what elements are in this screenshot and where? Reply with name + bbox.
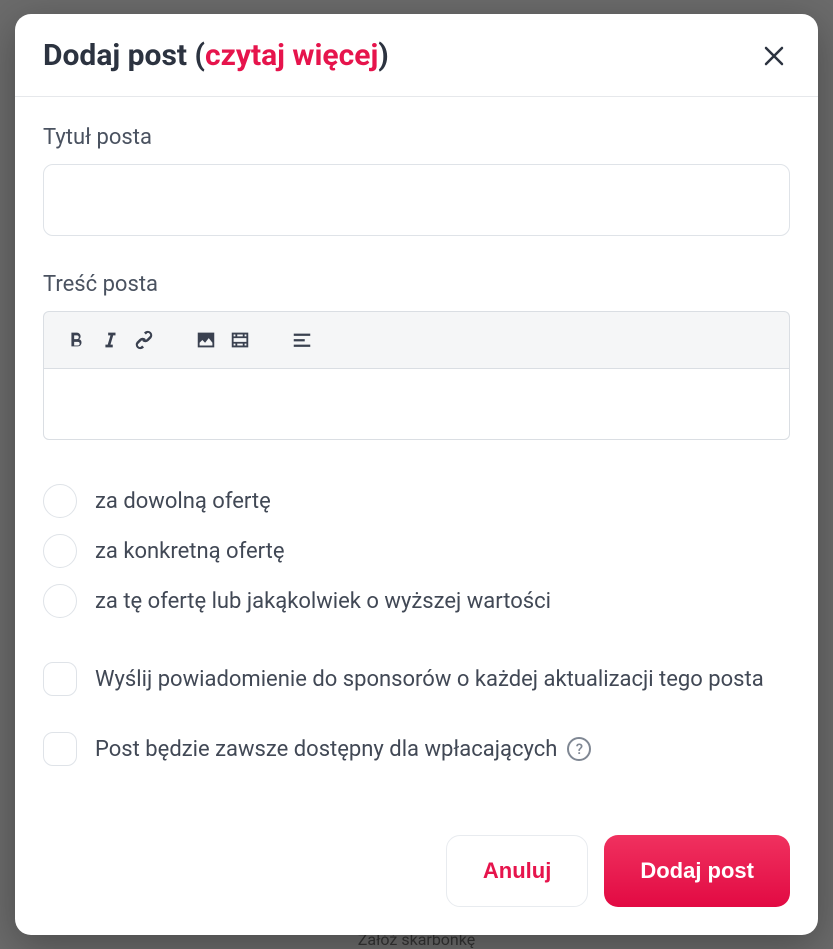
radio-row-specific-offer: za konkretną ofertę xyxy=(43,534,790,568)
radio-label-any-offer[interactable]: za dowolną ofertę xyxy=(95,489,271,514)
align-button[interactable] xyxy=(288,326,316,354)
cancel-button[interactable]: Anuluj xyxy=(446,835,588,907)
editor-toolbar xyxy=(43,311,790,368)
radio-this-or-higher[interactable] xyxy=(43,584,77,618)
checkbox-text-always-available: Post będzie zawsze dostępny dla wpłacają… xyxy=(95,737,557,762)
link-icon xyxy=(133,329,155,351)
checkbox-row-always-available: Post będzie zawsze dostępny dla wpłacają… xyxy=(43,732,790,766)
checkbox-group: Wyślij powiadomienie do sponsorów o każd… xyxy=(43,662,790,766)
italic-icon xyxy=(99,329,121,351)
close-icon xyxy=(762,44,786,68)
modal-header: Dodaj post (czytaj więcej) xyxy=(15,14,818,97)
modal-body: Tytuł posta Treść posta xyxy=(15,97,818,811)
add-post-modal: Dodaj post (czytaj więcej) Tytuł posta T… xyxy=(15,14,818,935)
help-icon[interactable]: ? xyxy=(567,737,591,761)
bold-icon xyxy=(65,329,87,351)
checkbox-row-notify: Wyślij powiadomienie do sponsorów o każd… xyxy=(43,662,790,696)
checkbox-text-notify: Wyślij powiadomienie do sponsorów o każd… xyxy=(95,667,764,692)
radio-any-offer[interactable] xyxy=(43,484,77,518)
bold-button[interactable] xyxy=(62,326,90,354)
radio-specific-offer[interactable] xyxy=(43,534,77,568)
close-button[interactable] xyxy=(758,40,790,72)
title-prefix: Dodaj post xyxy=(43,38,194,73)
modal-title: Dodaj post (czytaj więcej) xyxy=(43,38,389,74)
checkbox-always-available[interactable] xyxy=(43,732,77,766)
image-button[interactable] xyxy=(192,326,220,354)
checkbox-label-always-available[interactable]: Post będzie zawsze dostępny dla wpłacają… xyxy=(95,737,591,762)
submit-button[interactable]: Dodaj post xyxy=(604,835,790,907)
image-icon xyxy=(195,329,217,351)
title-field-label: Tytuł posta xyxy=(43,125,790,150)
radio-label-this-or-higher[interactable]: za tę ofertę lub jakąkolwiek o wyższej w… xyxy=(95,589,551,614)
title-paren-close: ) xyxy=(378,38,389,73)
checkbox-notify-sponsors[interactable] xyxy=(43,662,77,696)
align-icon xyxy=(291,329,313,351)
radio-label-specific-offer[interactable]: za konkretną ofertę xyxy=(95,539,284,564)
post-content-editor[interactable] xyxy=(43,368,790,440)
radio-row-any-offer: za dowolną ofertę xyxy=(43,484,790,518)
link-button[interactable] xyxy=(130,326,158,354)
content-field-label: Treść posta xyxy=(43,272,790,297)
post-title-input[interactable] xyxy=(43,164,790,236)
checkbox-label-notify[interactable]: Wyślij powiadomienie do sponsorów o każd… xyxy=(95,667,764,692)
video-button[interactable] xyxy=(226,326,254,354)
radio-row-this-or-higher: za tę ofertę lub jakąkolwiek o wyższej w… xyxy=(43,584,790,618)
modal-footer: Anuluj Dodaj post xyxy=(15,811,818,935)
title-paren-open: ( xyxy=(194,38,205,73)
video-icon xyxy=(229,329,251,351)
italic-button[interactable] xyxy=(96,326,124,354)
read-more-link[interactable]: czytaj więcej xyxy=(205,38,378,73)
offer-radio-group: za dowolną ofertę za konkretną ofertę za… xyxy=(43,484,790,618)
